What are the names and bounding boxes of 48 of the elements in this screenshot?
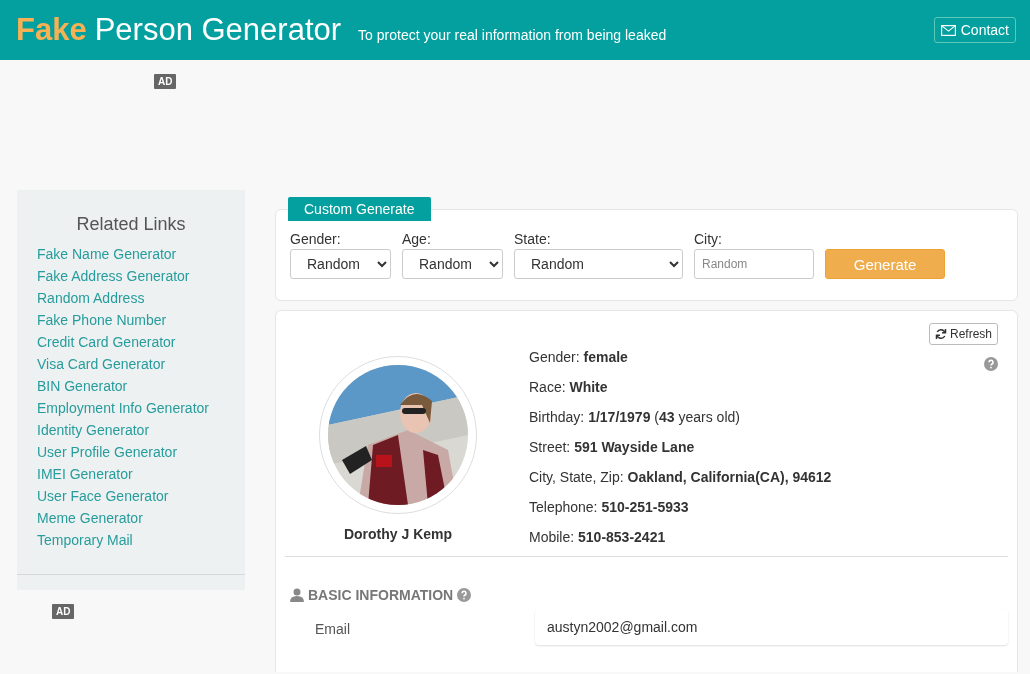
generate-button[interactable]: Generate [825, 249, 945, 279]
sidebar-link[interactable]: Temporary Mail [37, 529, 245, 551]
refresh-icon [934, 328, 947, 340]
sidebar-link[interactable]: IMEI Generator [37, 463, 245, 485]
envelope-icon [940, 24, 956, 36]
profile-detail: Gender: female [529, 348, 629, 367]
tagline: To protect your real information from being leaked [358, 27, 667, 43]
sidebar-link[interactable]: Meme Generator [37, 507, 245, 529]
dropdown-field[interactable]: Random [514, 249, 683, 279]
field-label: Gender: [290, 231, 342, 247]
profile-detail: Race: White [529, 378, 609, 397]
profile-detail: Telephone: 510-251-5933 [529, 498, 690, 517]
field-label: State: [514, 231, 552, 247]
sidebar-link[interactable]: Fake Phone Number [37, 309, 245, 331]
field-label: City: [694, 231, 723, 247]
sidebar-link[interactable]: User Profile Generator [37, 441, 245, 463]
custom-generate-tab[interactable]: Custom Generate [288, 197, 431, 221]
sidebar-link[interactable]: Credit Card Generator [37, 331, 245, 353]
field-label: Age: [402, 231, 432, 247]
profile-detail: Mobile: 510-853-2421 [529, 528, 667, 547]
ad-label: AD [154, 74, 177, 89]
sidebar-title: Related Links [75, 214, 187, 235]
brand-name-accent: Fake [16, 12, 87, 48]
info-label: Email [314, 620, 351, 639]
profile-detail: Birthday: 1/17/1979 (43 years old) [529, 408, 741, 427]
person-icon [290, 588, 304, 602]
sidebar-link[interactable]: Fake Name Generator [37, 243, 245, 265]
dropdown-field[interactable]: Random [402, 249, 503, 279]
sidebar-link[interactable]: BIN Generator [37, 375, 245, 397]
ad-label: AD [52, 604, 75, 619]
sidebar-link[interactable]: Fake Address Generator [37, 265, 245, 287]
city-field[interactable]: Random [694, 249, 814, 279]
sidebar-link[interactable]: Random Address [37, 287, 245, 309]
help-icon [984, 357, 998, 371]
sidebar-link[interactable]: Identity Generator [37, 419, 245, 441]
profile-detail: City, State, Zip: Oakland, California(CA), 94612 [529, 468, 833, 487]
help-icon [457, 588, 472, 602]
dropdown-field[interactable]: Random [290, 249, 391, 279]
info-value: austyn2002@gmail.com [535, 609, 1008, 645]
refresh-button[interactable]: Refresh [928, 323, 998, 345]
contact-button[interactable]: Contact [933, 17, 1016, 43]
profile-detail: Street: 591 Wayside Lane [529, 438, 696, 457]
section-title: BASIC INFORMATION [308, 587, 454, 603]
person-name: Dorothy J Kemp [343, 526, 453, 542]
sidebar-link[interactable]: User Face Generator [37, 485, 245, 507]
sidebar-link[interactable]: Employment Info Generator [37, 397, 245, 419]
brand-name: Person Generator [94, 12, 342, 48]
sidebar-link[interactable]: Visa Card Generator [37, 353, 245, 375]
